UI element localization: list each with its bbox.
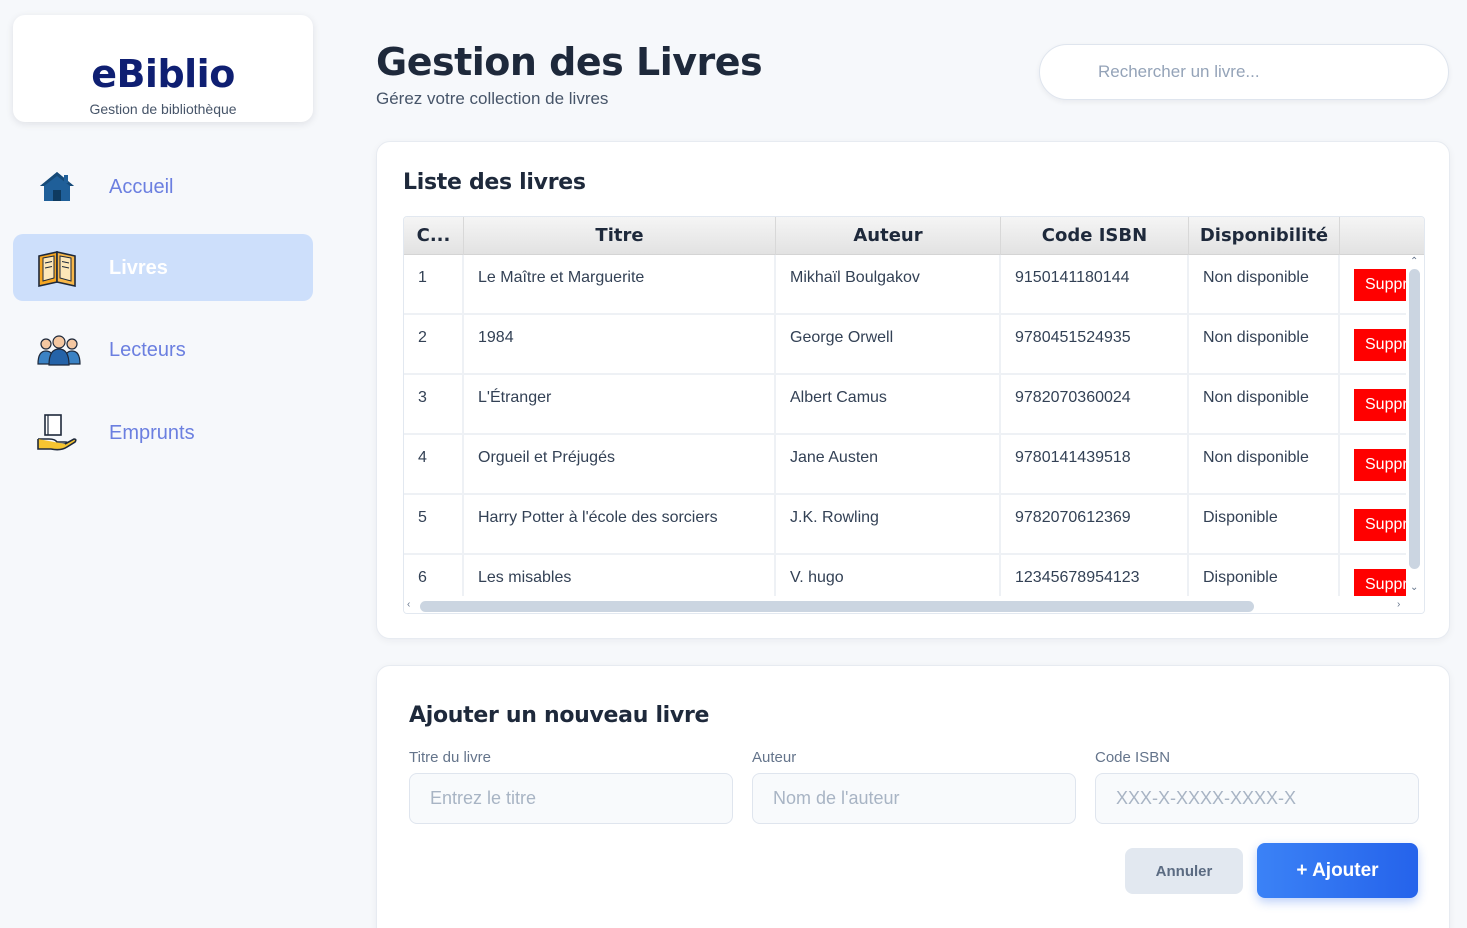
delete-button[interactable]: Supprimer: [1354, 329, 1406, 361]
delete-button[interactable]: Supprimer: [1354, 269, 1406, 301]
readers-group-icon: [37, 330, 81, 370]
cell-isbn: 9150141180144: [1001, 255, 1189, 315]
author-field[interactable]: [752, 773, 1076, 824]
cell-titre: Les misables: [464, 555, 776, 596]
title-field[interactable]: [409, 773, 733, 824]
cell-id: 2: [404, 315, 464, 375]
delete-button[interactable]: Supprimer: [1354, 389, 1406, 421]
cell-id: 4: [404, 435, 464, 495]
cell-id: 1: [404, 255, 464, 315]
cell-titre: L'Étranger: [464, 375, 776, 435]
cell-isbn: 9782070612369: [1001, 495, 1189, 555]
cell-isbn: 9780141439518: [1001, 435, 1189, 495]
cell-titre: Harry Potter à l'école des sorciers: [464, 495, 776, 555]
cell-titre: Le Maître et Marguerite: [464, 255, 776, 315]
brand-name: eBiblio: [91, 52, 235, 96]
home-icon: [37, 167, 81, 207]
sidebar-item-emprunts[interactable]: Emprunts: [13, 399, 313, 466]
table-header: C... Titre Auteur Code ISBN Disponibilit…: [404, 217, 1424, 255]
cell-auteur: J.K. Rowling: [776, 495, 1001, 555]
cell-auteur: V. hugo: [776, 555, 1001, 596]
cell-titre: Orgueil et Préjugés: [464, 435, 776, 495]
cell-id: 3: [404, 375, 464, 435]
sidebar-item-lecteurs[interactable]: Lecteurs: [13, 316, 313, 383]
column-header-titre[interactable]: Titre: [464, 217, 776, 255]
cell-auteur: Albert Camus: [776, 375, 1001, 435]
sidebar-item-label: Emprunts: [109, 422, 195, 444]
book-list-card: Liste des livres C... Titre Auteur Code …: [376, 141, 1450, 639]
scroll-up-arrow-icon[interactable]: ⌃: [1410, 257, 1418, 267]
cell-disponibilite: Non disponible: [1189, 375, 1340, 435]
sidebar-item-livres[interactable]: Livres: [13, 234, 313, 301]
search-input[interactable]: [1039, 44, 1449, 100]
cell-disponibilite: Disponible: [1189, 495, 1340, 555]
column-header-isbn[interactable]: Code ISBN: [1001, 217, 1189, 255]
scroll-right-arrow-icon[interactable]: ›: [1397, 600, 1400, 610]
cell-auteur: George Orwell: [776, 315, 1001, 375]
cell-titre: 1984: [464, 315, 776, 375]
horizontal-scrollbar-thumb[interactable]: [420, 601, 1254, 612]
table-row[interactable]: 2 1984 George Orwell 9780451524935 Non dispo…: [404, 315, 1406, 375]
table-row[interactable]: 5 Harry Potter à l'école des sorciers J.K.…: [404, 495, 1406, 555]
column-header-id[interactable]: C...: [404, 217, 464, 255]
open-book-icon: [37, 248, 81, 288]
isbn-field-label: Code ISBN: [1095, 749, 1171, 766]
books-table: C... Titre Auteur Code ISBN Disponibilit…: [403, 216, 1425, 614]
delete-button[interactable]: Supprimer: [1354, 449, 1406, 481]
cell-disponibilite: Disponible: [1189, 555, 1340, 596]
cell-disponibilite: Non disponible: [1189, 435, 1340, 495]
table-row[interactable]: 6 Les misables V. hugo 12345678954123 Dispon…: [404, 555, 1406, 596]
page-subtitle: Gérez votre collection de livres: [376, 89, 609, 108]
column-header-auteur[interactable]: Auteur: [776, 217, 1001, 255]
title-field-label: Titre du livre: [409, 749, 491, 766]
brand-card: eBiblio Gestion de bibliothèque: [13, 15, 313, 122]
cell-id: 6: [404, 555, 464, 596]
cell-isbn: 12345678954123: [1001, 555, 1189, 596]
cell-id: 5: [404, 495, 464, 555]
column-header-disponibilite[interactable]: Disponibilité: [1189, 217, 1340, 255]
table-body: 1 Le Maître et Marguerite Mikhaïl Boulgako…: [404, 255, 1406, 596]
book-list-title: Liste des livres: [403, 170, 586, 195]
page-title: Gestion des Livres: [376, 40, 763, 84]
delete-button[interactable]: Supprimer: [1354, 569, 1406, 596]
add-book-title: Ajouter un nouveau livre: [409, 703, 710, 728]
add-book-button[interactable]: + Ajouter: [1257, 843, 1418, 898]
sidebar-item-accueil[interactable]: Accueil: [13, 153, 313, 220]
cell-auteur: Mikhaïl Boulgakov: [776, 255, 1001, 315]
scroll-down-arrow-icon[interactable]: ⌄: [1410, 583, 1418, 593]
sidebar-item-label: Lecteurs: [109, 339, 186, 361]
cell-isbn: 9782070360024: [1001, 375, 1189, 435]
cell-auteur: Jane Austen: [776, 435, 1001, 495]
column-header-actions: [1340, 217, 1424, 255]
brand-tagline: Gestion de bibliothèque: [89, 101, 237, 117]
book-in-hand-icon: [37, 413, 81, 453]
cell-isbn: 9780451524935: [1001, 315, 1189, 375]
isbn-field[interactable]: [1095, 773, 1419, 824]
table-row[interactable]: 3 L'Étranger Albert Camus 9782070360024 Non …: [404, 375, 1406, 435]
scroll-left-arrow-icon[interactable]: ‹: [407, 600, 410, 610]
cancel-button[interactable]: Annuler: [1125, 848, 1243, 894]
table-row[interactable]: 4 Orgueil et Préjugés Jane Austen 978014143…: [404, 435, 1406, 495]
delete-button[interactable]: Supprimer: [1354, 509, 1406, 541]
cell-disponibilite: Non disponible: [1189, 315, 1340, 375]
sidebar-item-label: Accueil: [109, 176, 174, 198]
cell-disponibilite: Non disponible: [1189, 255, 1340, 315]
table-row[interactable]: 1 Le Maître et Marguerite Mikhaïl Boulgako…: [404, 255, 1406, 315]
add-book-card: Ajouter un nouveau livre Titre du livre …: [376, 665, 1450, 928]
author-field-label: Auteur: [752, 749, 797, 766]
vertical-scrollbar-thumb[interactable]: [1409, 269, 1420, 569]
sidebar-item-label: Livres: [109, 257, 168, 279]
